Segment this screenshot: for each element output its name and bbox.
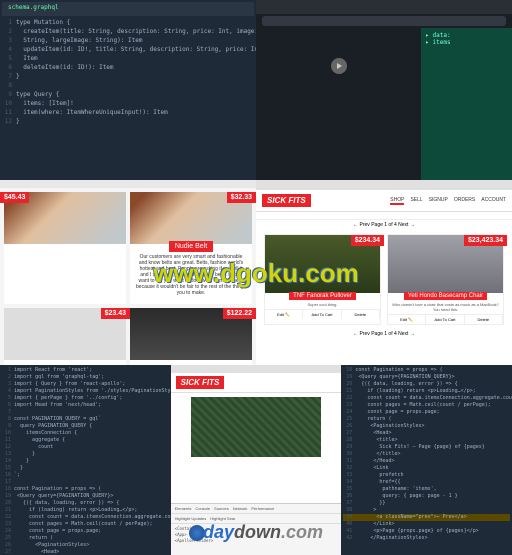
price-tag: $23,423.34 [464, 235, 507, 246]
product-description: Super cool thing. [265, 300, 380, 309]
product-image [191, 397, 322, 457]
nav-sell[interactable]: SELL [410, 197, 422, 205]
product-card[interactable]: $45.43 [4, 192, 126, 304]
search-bar[interactable] [256, 212, 512, 220]
devtools-tab[interactable]: Network [233, 506, 248, 511]
devtools-tab[interactable]: Elements [175, 506, 192, 511]
product-card[interactable]: $23,423.34 Yeti Hondo Basecamp Chair Who… [387, 234, 504, 325]
browser-chrome [256, 0, 512, 14]
price-tag: $23.43 [101, 308, 130, 319]
page-content [256, 28, 421, 180]
pagination[interactable]: ← Prev Page 1 of 4 Next → [256, 220, 512, 230]
product-description: Who doesn't love a chair that costs as m… [388, 300, 503, 314]
product-title: Nudie Belt [169, 241, 213, 252]
price-tag: $122.22 [223, 308, 256, 319]
price-tag: $32.33 [227, 192, 256, 203]
code-editor-jsx[interactable]: 18const Pagination = props => (19 <Query… [341, 365, 512, 555]
devtools-tab[interactable]: Performance [251, 506, 274, 511]
site-logo[interactable]: SICK FITS [176, 376, 225, 389]
shop-page-main: SICK FITS SHOP SELL SIGNUP ORDERS ACCOUN… [256, 180, 512, 365]
nav-orders[interactable]: ORDERS [454, 197, 475, 205]
site-logo[interactable]: SICK FITS [262, 194, 311, 207]
add-to-cart-button[interactable]: Add To Cart [303, 310, 341, 319]
nav-account[interactable]: ACCOUNT [481, 197, 506, 205]
code-editor-pagination[interactable]: 1import React from 'react';2import gql f… [0, 365, 171, 555]
product-description: Our customers are very smart and fashion… [130, 252, 252, 298]
devtools-tab[interactable]: Console [195, 506, 210, 511]
product-card[interactable]: $23.43 [4, 308, 126, 365]
code-body[interactable]: 1type Mutation {2 createItem(title: Stri… [2, 18, 254, 126]
url-bar[interactable] [262, 16, 506, 26]
play-icon[interactable] [331, 58, 347, 74]
product-card[interactable]: $122.22 [130, 308, 252, 365]
watermark-bottom: daydown.com [189, 522, 323, 543]
main-nav: SHOP SELL SIGNUP ORDERS ACCOUNT [390, 197, 506, 205]
editor-tab-bar: schema.graphql [2, 2, 254, 16]
price-tag: $234.34 [351, 235, 384, 246]
edit-button[interactable]: Edit ✏️ [388, 315, 426, 324]
add-to-cart-button[interactable]: Add To Cart [426, 315, 464, 324]
nav-shop[interactable]: SHOP [390, 197, 404, 205]
pagination[interactable]: ← Prev Page 1 of 4 Next → [256, 329, 512, 339]
product-title: Yeti Hondo Basecamp Chair [404, 292, 487, 300]
browser-window: ▸ data: ▸ items [256, 0, 512, 180]
price-tag: $45.43 [0, 192, 29, 203]
product-card[interactable]: $32.33 Nudie Belt Our customers are very… [130, 192, 252, 304]
product-card[interactable]: $234.34 TNF Fanorak Pullover Super cool … [264, 234, 381, 325]
devtools-panel[interactable]: ▸ data: ▸ items [421, 28, 512, 180]
nav-signup[interactable]: SIGNUP [429, 197, 448, 205]
code-editor-schema: schema.graphql 1type Mutation {2 createI… [0, 0, 256, 180]
browser-chrome [256, 180, 512, 190]
delete-button[interactable]: Delete [342, 310, 380, 319]
editor-tab[interactable]: schema.graphql [2, 2, 65, 13]
shop-page-products: $45.43 $32.33 Nudie Belt Our customers a… [0, 180, 256, 365]
edit-button[interactable]: Edit ✏️ [265, 310, 303, 319]
delete-button[interactable]: Delete [465, 315, 503, 324]
devtools-tab[interactable]: Sources [214, 506, 229, 511]
product-title: TNF Fanorak Pullover [289, 292, 356, 300]
